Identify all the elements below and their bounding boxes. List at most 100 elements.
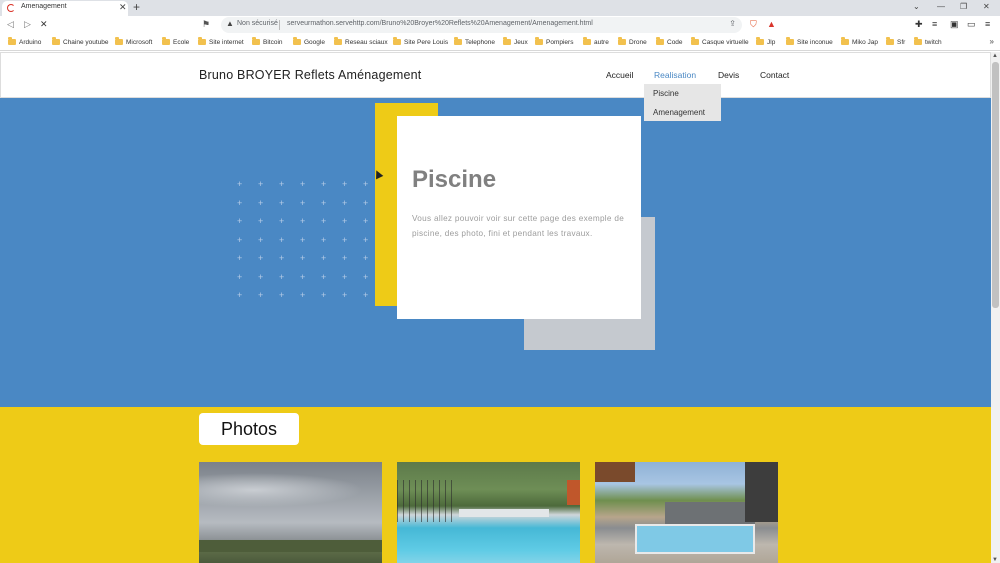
folder-icon — [293, 37, 301, 45]
plus-icon: + — [363, 271, 369, 282]
nav-contact[interactable]: Contact — [760, 70, 789, 80]
bookmark-folder[interactable]: Site inconue — [786, 37, 833, 47]
bookmark-folder[interactable]: Miko Jap — [841, 37, 878, 47]
bookmark-folder[interactable]: twitch — [914, 37, 942, 47]
folder-icon — [52, 37, 60, 45]
bookmark-folder[interactable]: Google — [293, 37, 325, 47]
site-brand[interactable]: Bruno BROYER Reflets Aménagement — [199, 68, 421, 82]
bookmark-folder[interactable]: Reseau sciaux — [334, 37, 388, 47]
plus-icon: + — [342, 197, 348, 208]
back-icon[interactable]: ◁ — [7, 19, 14, 30]
scroll-up-icon[interactable]: ▲ — [992, 53, 998, 59]
stop-loading-icon[interactable]: ✕ — [40, 19, 48, 30]
bookmark-folder[interactable]: Drone — [618, 37, 647, 47]
plus-icon: + — [363, 290, 369, 300]
bookmark-folder[interactable]: Microsoft — [115, 37, 152, 47]
plus-icon: + — [258, 234, 264, 245]
brave-rewards-icon[interactable]: ▲ — [767, 19, 776, 29]
nav-accueil[interactable]: Accueil — [606, 70, 633, 80]
share-icon[interactable]: ⇪ — [729, 19, 736, 28]
hero-description: Vous allez pouvoir voir sur cette page d… — [412, 214, 625, 238]
bookmark-folder[interactable]: Jeux — [503, 37, 528, 47]
bookmark-folder[interactable]: Ecole — [162, 37, 189, 47]
pool-ladder-shape — [567, 480, 580, 505]
page-scrollbar[interactable]: ▲ ▼ — [991, 52, 1000, 563]
bookmark-folder[interactable]: autre — [583, 37, 609, 47]
address-bar[interactable]: ▲ Non sécurisé serveurmathon.servehttp.c… — [221, 17, 742, 33]
nav-realisation[interactable]: Realisation — [654, 70, 696, 80]
security-label: Non sécurisé — [237, 20, 278, 27]
plus-icon: + — [363, 234, 369, 245]
nav-devis[interactable]: Devis — [718, 70, 739, 80]
bookmark-folder[interactable]: Casque virtuelle — [691, 37, 749, 47]
plus-icon: + — [237, 197, 243, 208]
bookmark-folder[interactable]: Chaine youtube — [52, 37, 109, 47]
plus-icon: + — [279, 290, 285, 300]
plus-icon: + — [363, 253, 369, 263]
pool-water-shape — [635, 524, 755, 554]
extensions-icon[interactable]: ✚ — [915, 19, 923, 30]
brave-shield-icon[interactable]: ⛉ — [750, 19, 757, 30]
site-header: Bruno BROYER Reflets Aménagement Accueil… — [0, 52, 991, 98]
bookmark-folder[interactable]: Site internet — [198, 37, 244, 47]
plus-icon: + — [279, 234, 285, 245]
roof-shape — [595, 462, 635, 482]
browser-tab-strip: Amenagement ✕ + ⌄ — ❐ ✕ — [0, 0, 1000, 16]
plus-icon: + — [363, 179, 369, 189]
folder-icon — [162, 37, 170, 45]
folder-icon — [618, 37, 626, 45]
folder-icon — [756, 37, 764, 45]
plus-icon: + — [321, 253, 327, 263]
plus-icon: + — [279, 216, 285, 226]
bookmark-folder[interactable]: Telephone — [454, 37, 495, 47]
plus-icon: + — [258, 197, 264, 208]
plus-icon: + — [237, 253, 243, 263]
wallet-icon[interactable]: ▭ — [967, 19, 976, 30]
plus-icon: + — [237, 234, 243, 245]
bookmark-folder[interactable]: Bitcoin — [252, 37, 283, 47]
bookmark-folder[interactable]: Jlp — [756, 37, 775, 47]
pool-cover-shape — [665, 502, 755, 524]
restore-icon[interactable]: ❐ — [960, 2, 967, 11]
treeline-shape — [199, 540, 382, 552]
folder-icon — [115, 37, 123, 45]
tab-search-icon[interactable]: ⌄ — [913, 2, 920, 11]
bookmark-folder[interactable]: Sfr — [886, 37, 905, 47]
menu-icon[interactable]: ≡ — [985, 19, 990, 29]
plus-icon: + — [279, 179, 285, 189]
forward-icon[interactable]: ▷ — [24, 19, 31, 30]
plus-icon: + — [321, 290, 327, 300]
pool-photo-with-terrace[interactable] — [595, 462, 778, 563]
minimize-icon[interactable]: — — [937, 2, 945, 11]
plus-icon: + — [300, 253, 306, 263]
playlist-icon[interactable]: ≡ — [932, 19, 937, 29]
close-window-icon[interactable]: ✕ — [983, 2, 990, 11]
pool-photo-with-fence[interactable] — [397, 462, 580, 563]
folder-icon — [334, 37, 342, 45]
pool-photo-cloudy-sky[interactable] — [199, 462, 382, 563]
bookmark-folder[interactable]: Site Pere Louis — [393, 37, 448, 47]
plus-icon: + — [342, 271, 348, 282]
bookmark-icon[interactable]: ⚑ — [202, 19, 210, 30]
dropdown-item-piscine[interactable]: Piscine — [653, 89, 679, 98]
dropdown-item-amenagement[interactable]: Amenagement — [653, 108, 705, 117]
scroll-down-icon[interactable]: ▼ — [992, 557, 998, 563]
plus-icon: + — [237, 290, 243, 300]
plus-icon: + — [300, 197, 306, 208]
close-tab-icon[interactable]: ✕ — [119, 2, 127, 13]
bookmark-folder[interactable]: Pompiers — [535, 37, 573, 47]
omnibox-separator — [279, 20, 280, 30]
fence-shape — [397, 480, 457, 522]
plus-icon: + — [258, 179, 264, 189]
warning-icon: ▲ — [226, 19, 234, 28]
plus-icon: + — [342, 290, 348, 300]
bookmark-folder[interactable]: Code — [656, 37, 683, 47]
photos-button[interactable]: Photos — [199, 413, 299, 445]
bookmark-folder[interactable]: Arduino — [8, 37, 41, 47]
new-tab-icon[interactable]: + — [133, 0, 140, 14]
plus-icon: + — [237, 216, 243, 226]
more-bookmarks-icon[interactable]: » — [990, 37, 994, 46]
sidebar-icon[interactable]: ▣ — [950, 19, 959, 30]
browser-tab[interactable]: Amenagement ✕ — [2, 1, 128, 16]
scrollbar-thumb[interactable] — [992, 62, 999, 308]
